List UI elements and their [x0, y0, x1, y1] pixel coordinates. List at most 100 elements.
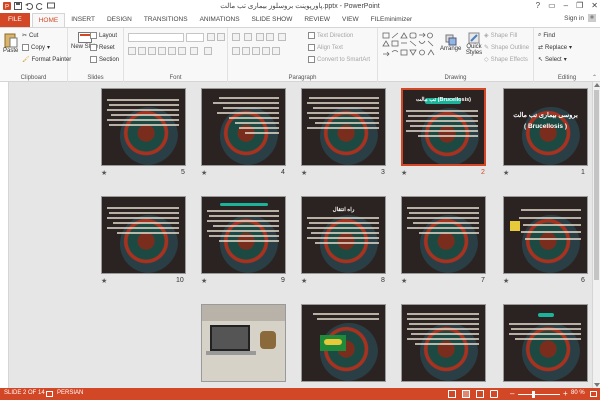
shadow-icon[interactable] — [158, 47, 166, 55]
start-slideshow-icon[interactable] — [47, 2, 55, 10]
slide-thumbnail-1[interactable]: بروسی بیماری تب مالت ( Brucellosis ) — [503, 88, 588, 166]
text-line — [419, 232, 479, 234]
slide-number: 2 — [481, 169, 485, 176]
align-text-button[interactable]: Align Text — [308, 44, 343, 51]
bullets-icon[interactable] — [232, 33, 240, 41]
sign-in-link[interactable]: Sign in — [564, 15, 584, 22]
text-line — [229, 117, 279, 119]
collapse-ribbon-icon[interactable]: ⌃ — [592, 74, 597, 81]
scroll-up-icon[interactable] — [594, 83, 600, 87]
zoom-slider[interactable] — [518, 394, 560, 395]
tab-file[interactable]: FILE — [0, 13, 30, 27]
redo-icon[interactable] — [36, 2, 44, 10]
change-case-icon[interactable] — [190, 47, 198, 55]
minimize-button[interactable]: – — [564, 0, 568, 12]
zoom-in-button[interactable]: + — [563, 389, 568, 398]
paste-button[interactable]: Paste — [3, 32, 18, 54]
underline-icon[interactable] — [148, 47, 156, 55]
cut-button[interactable]: ✂ Cut — [22, 32, 38, 40]
align-right-icon[interactable] — [252, 47, 260, 55]
shape-effects-button[interactable]: ◇ Shape Effects — [484, 56, 528, 64]
zoom-out-button[interactable]: – — [510, 389, 514, 398]
slide-thumbnail-5[interactable] — [101, 88, 186, 166]
help-button[interactable]: ? — [536, 0, 540, 12]
replace-button[interactable]: ⇄ Replace ▾ — [538, 44, 572, 52]
slide-thumbnail-14[interactable] — [201, 304, 286, 382]
tab-animations[interactable]: ANIMATIONS — [194, 13, 246, 27]
slide-thumbnail-6[interactable] — [503, 196, 588, 274]
arrange-button[interactable]: Arrange — [440, 34, 461, 52]
align-left-icon[interactable] — [232, 47, 240, 55]
slide-thumbnail-2[interactable]: تب مالت (Brucellosis) — [401, 88, 486, 166]
tab-transitions[interactable]: TRANSITIONS — [138, 13, 194, 27]
columns-icon[interactable] — [272, 47, 280, 55]
tab-review[interactable]: REVIEW — [298, 13, 336, 27]
zoom-slider-thumb[interactable] — [532, 391, 535, 398]
normal-view-icon[interactable] — [448, 390, 456, 398]
text-direction-button[interactable]: Text Direction — [308, 32, 353, 39]
save-icon[interactable] — [14, 2, 22, 10]
increase-font-icon[interactable] — [207, 33, 215, 41]
slide-number: 1 — [581, 169, 585, 176]
tab-design[interactable]: DESIGN — [101, 13, 138, 27]
slide-thumbnail-10[interactable] — [101, 196, 186, 274]
format-painter-button[interactable]: 🖌 Format Painter — [22, 56, 71, 64]
shape-outline-button[interactable]: ✎ Shape Outline — [484, 44, 529, 52]
justify-icon[interactable] — [262, 47, 270, 55]
tab-fileminimizer[interactable]: FILEminimizer — [365, 13, 419, 27]
decrease-font-icon[interactable] — [217, 33, 225, 41]
shapes-gallery-icon[interactable] — [382, 32, 436, 66]
copy-button[interactable]: Copy ▾ — [22, 44, 50, 51]
select-button[interactable]: ↖ Select ▾ — [538, 56, 567, 64]
undo-icon[interactable] — [25, 2, 33, 10]
slide-thumbnail-4[interactable] — [201, 88, 286, 166]
align-center-icon[interactable] — [242, 47, 250, 55]
slide-thumbnail-12[interactable] — [401, 304, 486, 382]
tab-home[interactable]: HOME — [31, 13, 66, 27]
slideshow-view-icon[interactable] — [490, 390, 498, 398]
font-size-combo[interactable] — [186, 33, 204, 42]
zoom-level[interactable]: 80 % — [571, 390, 585, 396]
find-button[interactable]: ⌕ Find — [538, 32, 555, 39]
reset-button[interactable]: Reset — [90, 44, 115, 51]
slide-sorter-view-icon[interactable] — [462, 390, 470, 398]
proofing-icon[interactable] — [46, 391, 53, 397]
slide-thumbnail-13[interactable] — [301, 304, 386, 382]
convert-smartart-button[interactable]: Convert to SmartArt — [308, 56, 370, 63]
slide-thumbnail-3[interactable] — [301, 88, 386, 166]
fit-to-window-icon[interactable] — [590, 391, 597, 397]
restore-button[interactable]: ❐ — [576, 0, 583, 12]
strikethrough-icon[interactable] — [168, 47, 176, 55]
font-color-icon[interactable] — [204, 47, 212, 55]
reading-view-icon[interactable] — [476, 390, 484, 398]
slide-sorter: بروسی بیماری تب مالت ( Brucellosis ) ★ 1… — [9, 82, 592, 388]
slide-decorative-art — [320, 323, 378, 381]
close-button[interactable]: ✕ — [591, 0, 598, 12]
scroll-down-icon[interactable] — [594, 383, 600, 387]
section-button[interactable]: Section — [90, 56, 119, 63]
vertical-scrollbar[interactable] — [592, 82, 600, 388]
tab-slide-show[interactable]: SLIDE SHOW — [246, 13, 299, 27]
quick-styles-button[interactable]: Quick Styles — [463, 32, 485, 56]
slide-thumbnail-8[interactable]: راه انتقال — [301, 196, 386, 274]
decrease-indent-icon[interactable] — [256, 33, 264, 41]
shape-fill-button[interactable]: ◈ Shape Fill — [484, 32, 517, 40]
bold-icon[interactable] — [128, 47, 136, 55]
slide-thumbnail-9[interactable] — [201, 196, 286, 274]
slide-number: 8 — [381, 277, 385, 284]
character-spacing-icon[interactable] — [178, 47, 186, 55]
numbering-icon[interactable] — [244, 33, 252, 41]
copy-label: Copy — [31, 44, 46, 51]
font-name-combo[interactable] — [128, 33, 184, 42]
tab-view[interactable]: VIEW — [336, 13, 365, 27]
slide-thumbnail-7[interactable] — [401, 196, 486, 274]
italic-icon[interactable] — [138, 47, 146, 55]
increase-indent-icon[interactable] — [266, 33, 274, 41]
line-spacing-icon[interactable] — [278, 33, 286, 41]
tab-insert[interactable]: INSERT — [65, 13, 101, 27]
scrollbar-thumb[interactable] — [594, 90, 599, 280]
slide-thumbnail-11[interactable] — [503, 304, 588, 382]
language-indicator[interactable]: PERSIAN — [57, 390, 83, 396]
layout-button[interactable]: Layout — [90, 32, 117, 39]
ribbon-display-button[interactable]: ▭ — [548, 0, 556, 12]
